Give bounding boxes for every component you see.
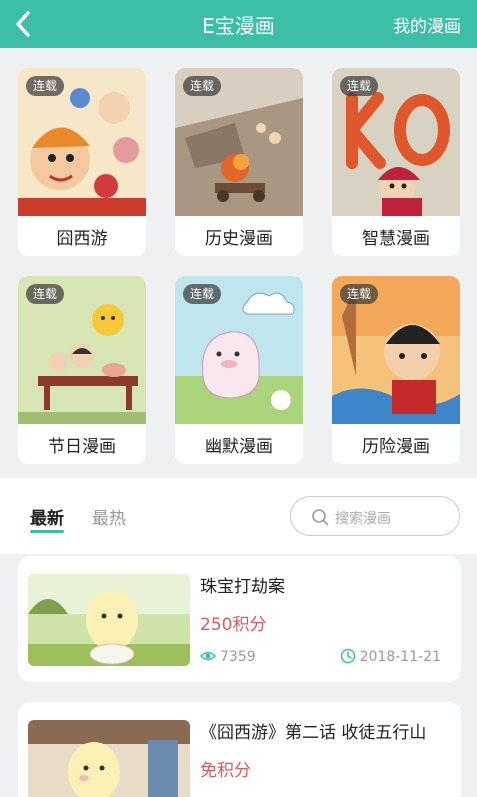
top-bar: E宝漫画 我的漫画 <box>0 0 477 48</box>
item-title: 珠宝打劫案 <box>200 577 285 597</box>
category-name: 历史漫画 <box>205 229 273 249</box>
serial-badge: 连载 <box>183 284 222 304</box>
item-points: 250积分 <box>200 615 267 635</box>
category-card-history[interactable]: 连载 历史漫画 <box>175 68 303 256</box>
category-card-humor[interactable]: 连载 幽默漫画 <box>175 276 303 464</box>
tab-latest[interactable]: 最新 <box>30 504 64 533</box>
item-date: 2018-11-21 <box>340 648 441 665</box>
item-views: 7359 <box>199 648 256 665</box>
category-card-festival[interactable]: 连载 节日漫画 <box>18 276 146 464</box>
item-thumbnail <box>28 720 190 797</box>
comic-list: 珠宝打劫案 250积分 7359 2018-11-21 《囧西游》第二话 收徒五… <box>0 554 477 797</box>
serial-badge: 连载 <box>26 76 65 96</box>
category-name: 囧西游 <box>56 229 108 249</box>
clock-icon <box>340 648 355 664</box>
item-points: 免积分 <box>200 761 251 781</box>
list-item[interactable]: 珠宝打劫案 250积分 7359 2018-11-21 <box>18 556 461 682</box>
view-count: 7359 <box>220 649 256 665</box>
eye-icon <box>199 651 217 661</box>
category-card-adventure[interactable]: 连载 历险漫画 <box>332 276 460 464</box>
publish-date: 2018-11-21 <box>359 649 441 665</box>
item-title: 《囧西游》第二话 收徒五行山 <box>200 723 427 743</box>
serial-badge: 连载 <box>183 76 222 96</box>
tab-label: 最热 <box>92 509 126 529</box>
search-icon <box>312 509 329 526</box>
category-name: 节日漫画 <box>48 437 116 457</box>
serial-badge: 连载 <box>340 284 379 304</box>
category-name: 智慧漫画 <box>362 229 430 249</box>
category-name: 幽默漫画 <box>205 437 273 457</box>
search-placeholder: 搜索漫画 <box>335 511 391 527</box>
category-card-wisdom[interactable]: 连载 智慧漫画 <box>332 68 460 256</box>
active-tab-indicator <box>30 530 64 533</box>
tab-label: 最新 <box>30 509 64 529</box>
category-grid: 连载 囧西游 连载 历史漫画 连载 智慧漫画 连载 节日漫画 连载 幽默漫画 连… <box>0 48 477 478</box>
item-thumbnail <box>28 574 190 666</box>
tab-hot[interactable]: 最热 <box>92 504 126 529</box>
list-item[interactable]: 《囧西游》第二话 收徒五行山 免积分 <box>18 702 461 797</box>
search-input[interactable]: 搜索漫画 <box>290 496 460 536</box>
category-card-journey-west[interactable]: 连载 囧西游 <box>18 68 146 256</box>
list-tabs-bar: 最新 最热 搜索漫画 <box>0 478 477 554</box>
category-name: 历险漫画 <box>362 437 430 457</box>
serial-badge: 连载 <box>26 284 65 304</box>
my-comic-link[interactable]: 我的漫画 <box>393 12 461 37</box>
serial-badge: 连载 <box>340 76 379 96</box>
